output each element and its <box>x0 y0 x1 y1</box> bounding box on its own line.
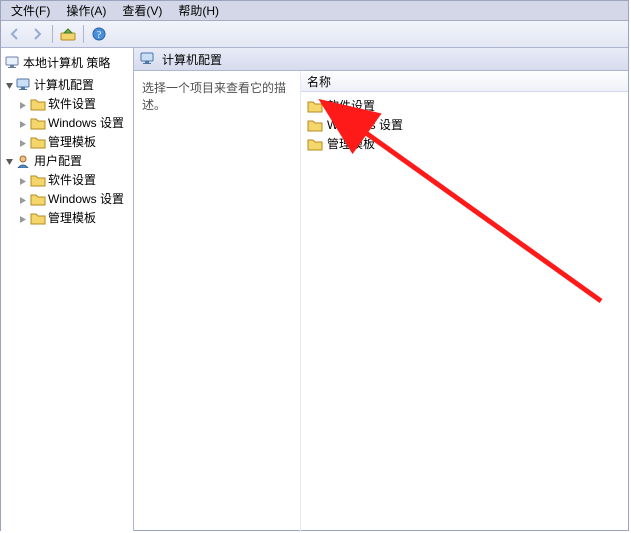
menu-view[interactable]: 查看(V) <box>116 1 168 20</box>
up-button[interactable] <box>58 24 78 44</box>
list-item[interactable]: 软件设置 <box>307 96 622 115</box>
folder-icon <box>307 99 323 113</box>
toolbar-separator <box>52 25 53 43</box>
content-area: 本地计算机 策略 计算机配置 <box>1 48 628 531</box>
main-body: 选择一个项目来查看它的描述。 名称 软件设置 <box>134 71 628 531</box>
tree-children-user: 软件设置 Windows 设置 <box>3 170 131 227</box>
expander-icon[interactable] <box>19 99 28 108</box>
list-column-header[interactable]: 名称 <box>301 71 628 92</box>
folder-icon <box>30 135 46 149</box>
policy-icon <box>5 56 21 70</box>
description-column: 选择一个项目来查看它的描述。 <box>134 71 301 531</box>
app-window: 文件(F) 操作(A) 查看(V) 帮助(H) ? 本地计算机 策略 <box>0 0 629 531</box>
svg-text:?: ? <box>97 30 102 41</box>
tree-node-user-config[interactable]: 用户配置 <box>3 151 131 170</box>
expander-icon[interactable] <box>19 175 28 184</box>
toolbar: ? <box>1 21 628 48</box>
tree-pane: 本地计算机 策略 计算机配置 <box>1 48 134 531</box>
tree-node-software-settings[interactable]: 软件设置 <box>17 94 131 113</box>
folder-icon <box>30 97 46 111</box>
list-item[interactable]: 管理模板 <box>307 134 622 153</box>
tree-node-software-settings[interactable]: 软件设置 <box>17 170 131 189</box>
expander-icon[interactable] <box>19 194 28 203</box>
list-item-label: Windows 设置 <box>327 116 403 133</box>
tree-node-windows-settings[interactable]: Windows 设置 <box>17 189 131 208</box>
description-prompt: 选择一个项目来查看它的描述。 <box>142 81 286 112</box>
tree-node-computer-config[interactable]: 计算机配置 <box>3 75 131 94</box>
tree-node-admin-templates[interactable]: 管理模板 <box>17 208 131 227</box>
main-pane: 计算机配置 选择一个项目来查看它的描述。 名称 软件设置 <box>134 48 628 531</box>
nav-back-button[interactable] <box>5 24 25 44</box>
list-item-label: 管理模板 <box>327 135 375 152</box>
tree-node-windows-settings[interactable]: Windows 设置 <box>17 113 131 132</box>
tree-root[interactable]: 本地计算机 策略 <box>3 52 131 73</box>
main-header: 计算机配置 <box>134 48 628 71</box>
expander-icon[interactable] <box>5 80 14 89</box>
folder-icon <box>30 116 46 130</box>
list-column: 名称 软件设置 Windows 设 <box>301 71 628 531</box>
folder-icon <box>30 211 46 225</box>
tree-label: 管理模板 <box>48 209 96 226</box>
list-items: 软件设置 Windows 设置 管理模板 <box>301 92 628 157</box>
menu-help[interactable]: 帮助(H) <box>172 1 225 20</box>
tree-root-label: 本地计算机 策略 <box>23 54 110 71</box>
tree-label: 计算机配置 <box>34 76 94 93</box>
expander-icon[interactable] <box>5 156 14 165</box>
expander-icon[interactable] <box>19 137 28 146</box>
menu-file[interactable]: 文件(F) <box>5 1 56 20</box>
list-item[interactable]: Windows 设置 <box>307 115 622 134</box>
tree-children-computer: 软件设置 Windows 设置 <box>3 94 131 151</box>
tree-label: 软件设置 <box>48 95 96 112</box>
tree-label: Windows 设置 <box>48 114 124 131</box>
folder-icon <box>307 118 323 132</box>
toolbar-separator <box>83 25 84 43</box>
tree-label: 用户配置 <box>34 152 82 169</box>
folder-icon <box>307 137 323 151</box>
column-name-label: 名称 <box>307 73 331 90</box>
tree-node-admin-templates[interactable]: 管理模板 <box>17 132 131 151</box>
expander-icon[interactable] <box>19 213 28 222</box>
list-item-label: 软件设置 <box>327 97 375 114</box>
computer-icon <box>140 52 156 66</box>
folder-icon <box>30 192 46 206</box>
folder-icon <box>30 173 46 187</box>
nav-forward-button[interactable] <box>27 24 47 44</box>
user-icon <box>16 154 32 168</box>
tree-label: 软件设置 <box>48 171 96 188</box>
expander-icon[interactable] <box>19 118 28 127</box>
help-button[interactable]: ? <box>89 24 109 44</box>
computer-icon <box>16 78 32 92</box>
main-header-title: 计算机配置 <box>162 51 222 68</box>
tree-label: Windows 设置 <box>48 190 124 207</box>
tree-label: 管理模板 <box>48 133 96 150</box>
menu-action[interactable]: 操作(A) <box>60 1 112 20</box>
menubar: 文件(F) 操作(A) 查看(V) 帮助(H) <box>1 1 628 21</box>
